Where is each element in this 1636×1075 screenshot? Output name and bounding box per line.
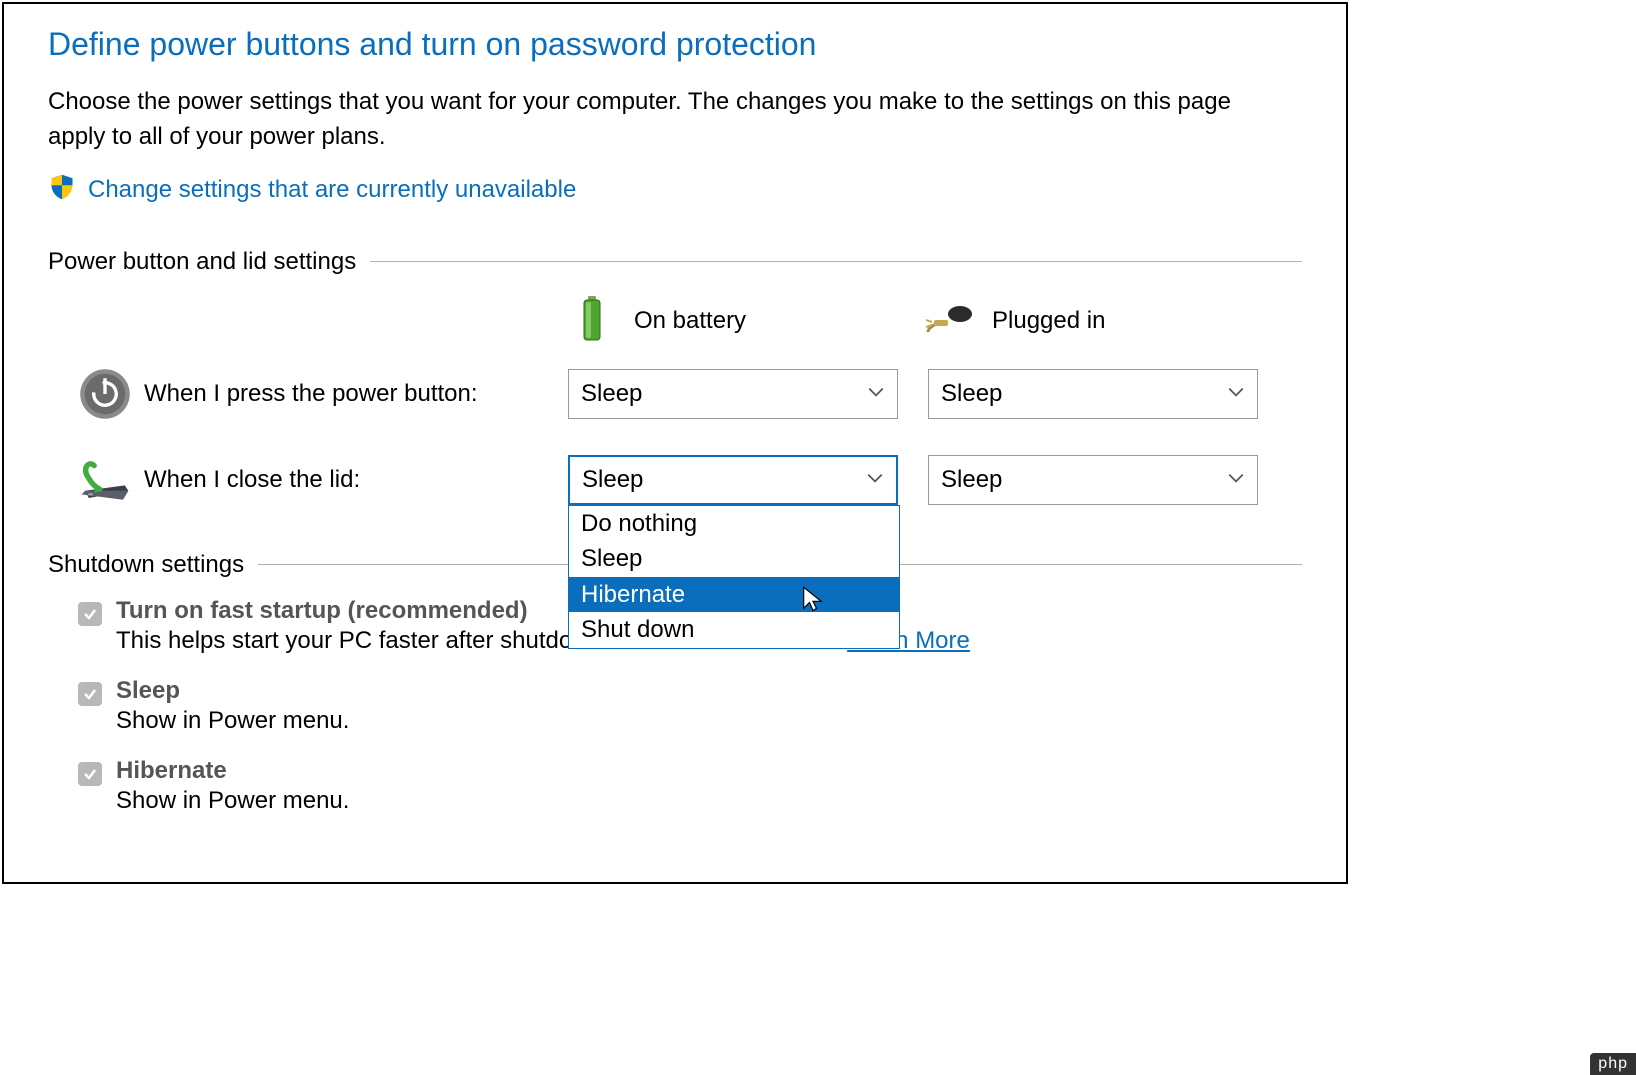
admin-link-row: Change settings that are currently unava… [48,173,1302,208]
select-value: Sleep [581,380,642,408]
select-value: Sleep [941,466,1002,494]
close-lid-battery-options: Do nothing Sleep Hibernate Shut down [568,505,900,649]
change-unavailable-settings-link[interactable]: Change settings that are currently unava… [88,176,576,204]
sleep-checkbox[interactable] [78,682,102,706]
chevron-down-icon [867,380,885,408]
row-close-lid: When I close the lid: Sleep Do nothing S… [48,453,1302,507]
laptop-lid-icon [78,453,144,507]
fast-startup-checkbox[interactable] [78,602,102,626]
chevron-down-icon [1227,466,1245,494]
cursor-icon [799,585,827,613]
power-button-label: When I press the power button: [144,380,568,408]
row-power-button: When I press the power button: Sleep Sle… [48,367,1302,421]
col-plugged-in: Plugged in [926,294,1266,349]
section-label: Shutdown settings [48,551,244,579]
shield-icon [48,173,76,208]
section-label: Power button and lid settings [48,248,356,276]
sleep-sub: Show in Power menu. [116,707,349,735]
power-button-icon [78,367,144,421]
sleep-item: Sleep Show in Power menu. [78,677,1302,753]
option-hibernate[interactable]: Hibernate [569,577,899,613]
page-title: Define power buttons and turn on passwor… [48,26,1302,63]
column-headers: On battery Plugged in [48,294,1302,349]
select-value: Sleep [582,466,643,494]
select-value: Sleep [941,380,1002,408]
watermark: php [1590,1053,1636,1075]
power-button-plugged-select[interactable]: Sleep [928,369,1258,419]
divider [370,261,1302,262]
power-options-panel: Define power buttons and turn on passwor… [2,2,1348,884]
plug-icon [926,294,974,349]
close-lid-label: When I close the lid: [144,466,568,494]
power-button-battery-select[interactable]: Sleep [568,369,898,419]
hibernate-sub: Show in Power menu. [116,787,349,815]
col-label-battery: On battery [634,307,746,335]
col-label-plugged: Plugged in [992,307,1105,335]
section-power-button-lid: Power button and lid settings [48,248,1302,276]
hibernate-checkbox[interactable] [78,762,102,786]
option-shut-down[interactable]: Shut down [569,612,899,648]
close-lid-battery-select[interactable]: Sleep Do nothing Sleep Hibernate Shut do… [568,455,898,505]
chevron-down-icon [1227,380,1245,408]
chevron-down-icon [866,466,884,494]
option-do-nothing[interactable]: Do nothing [569,506,899,542]
sleep-label: Sleep [116,677,349,705]
col-on-battery: On battery [568,294,908,349]
hibernate-label: Hibernate [116,757,349,785]
option-sleep[interactable]: Sleep [569,541,899,577]
battery-icon [568,294,616,349]
page-description: Choose the power settings that you want … [48,85,1258,155]
close-lid-plugged-select[interactable]: Sleep [928,455,1258,505]
hibernate-item: Hibernate Show in Power menu. [78,757,1302,833]
